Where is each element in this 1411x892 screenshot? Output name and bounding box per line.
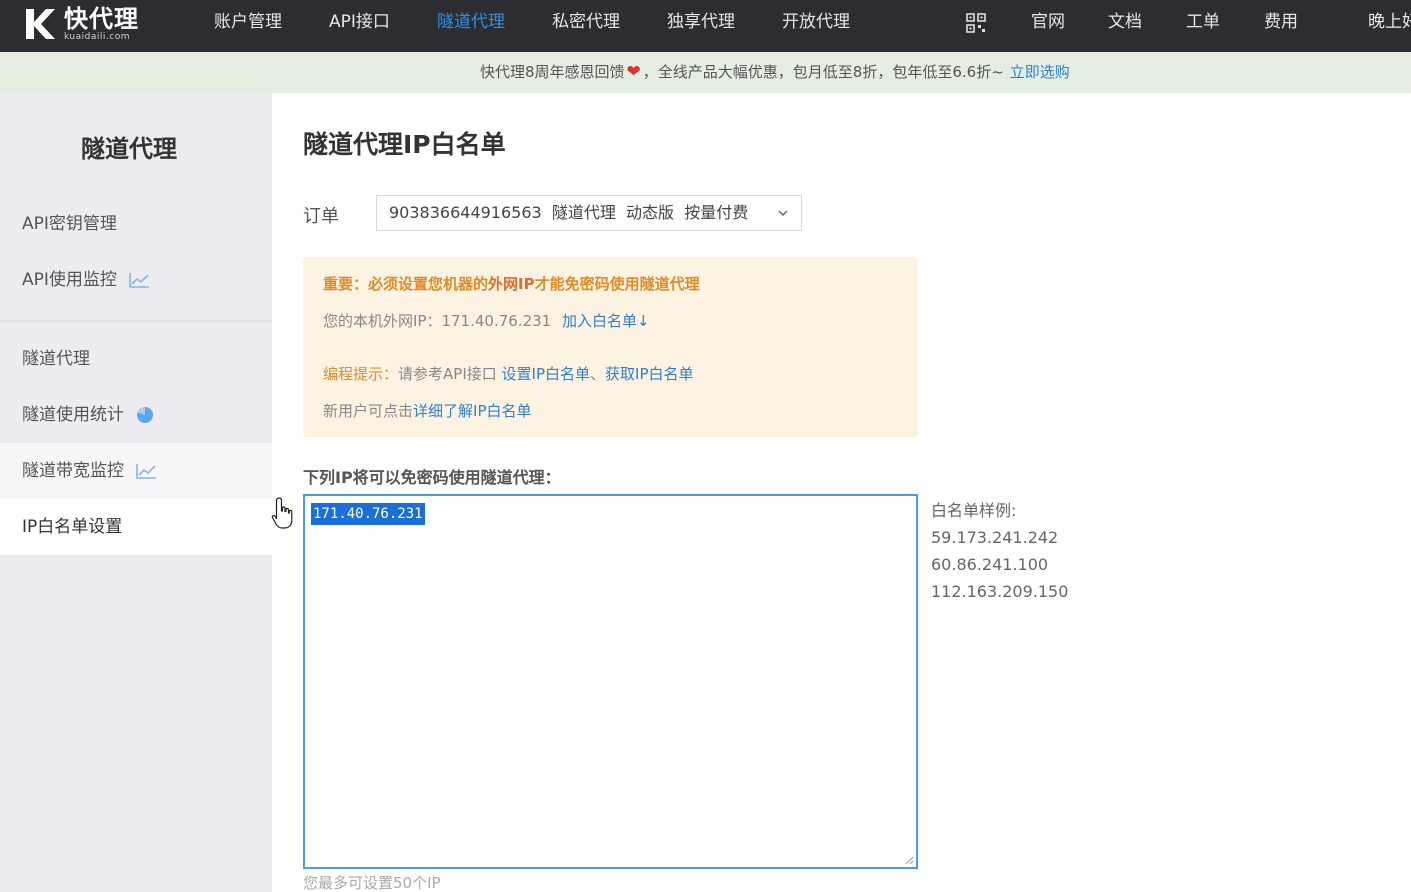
sidebar-item-label: 隧道使用统计 [22, 405, 124, 425]
notice-new-user: 新用户可点击详细了解IP白名单 [323, 402, 532, 420]
order-select[interactable]: 903836644916563 隧道代理 动态版 按量付费 [376, 195, 802, 231]
promo-text-after: ，全线产品大幅优惠，包月低至8折，包年低至6.6折~ [642, 63, 1004, 81]
sidebar-item-label: API使用监控 [22, 270, 117, 290]
set-whitelist-api-link[interactable]: 设置IP白名单 [502, 365, 590, 383]
pie-chart-icon [137, 407, 154, 423]
logo-k-icon [26, 9, 55, 39]
learn-whitelist-link[interactable]: 详细了解IP白名单 [413, 402, 531, 420]
heart-icon: ❤ [626, 62, 641, 82]
sample-ip: 112.163.209.150 [931, 582, 1069, 601]
add-to-whitelist-link[interactable]: 加入白名单↓ [562, 312, 650, 330]
nav-billing[interactable]: 费用 [1264, 0, 1298, 52]
top-nav: 快代理 kuaidaili.com 账户管理 API接口 隧道代理 私密代理 独… [0, 0, 1411, 52]
nav-tunnel-proxy[interactable]: 隧道代理 [437, 0, 505, 52]
order-select-value: 903836644916563 隧道代理 动态版 按量付费 [389, 203, 749, 222]
brand-subtitle: kuaidaili.com [64, 31, 130, 42]
whitelist-sample: 白名单样例: 59.173.241.242 60.86.241.100 112.… [931, 497, 1068, 605]
order-label: 订单 [303, 206, 339, 227]
sample-ip: 60.86.241.100 [931, 555, 1049, 574]
notice-local-ip: 您的本机外网IP：171.40.76.231 加入白名单↓ [323, 312, 650, 330]
sidebar-item-bandwidth-monitor[interactable]: 隧道带宽监控 [0, 443, 272, 499]
resize-handle-icon[interactable] [904, 855, 914, 865]
promo-text-before: 快代理8周年感恩回馈 [480, 63, 625, 81]
qr-code-icon[interactable] [966, 13, 986, 33]
sidebar-divider [0, 320, 272, 322]
notice-important: 重要：必须设置您机器的外网IP才能免密码使用隧道代理 [323, 275, 700, 293]
hand-cursor-icon [271, 497, 293, 529]
sample-title: 白名单样例: [931, 501, 1017, 520]
get-whitelist-api-link[interactable]: 获取IP白名单 [605, 365, 693, 383]
line-chart-icon [136, 464, 157, 479]
sidebar-item-tunnel-stats[interactable]: 隧道使用统计 [0, 387, 272, 443]
sidebar: 隧道代理 API密钥管理 API使用监控 隧道代理 隧道使用统计 隧道带宽监控 … [0, 93, 272, 892]
page-title: 隧道代理IP白名单 [303, 130, 506, 159]
notice-box: 重要：必须设置您机器的外网IP才能免密码使用隧道代理 您的本机外网IP：171.… [303, 257, 918, 437]
nav-open-proxy[interactable]: 开放代理 [782, 0, 850, 52]
nav-account[interactable]: 账户管理 [214, 0, 282, 52]
nav-private-proxy[interactable]: 私密代理 [552, 0, 620, 52]
sidebar-item-ip-whitelist[interactable]: IP白名单设置 [0, 499, 272, 555]
sidebar-item-label: API密钥管理 [22, 214, 117, 234]
selected-ip-text: 171.40.76.231 [311, 503, 425, 525]
brand-logo[interactable]: 快代理 kuaidaili.com [22, 4, 139, 44]
sample-ip: 59.173.241.242 [931, 528, 1059, 547]
chevron-down-icon [778, 210, 788, 217]
promo-buy-link[interactable]: 立即选购 [1010, 63, 1070, 81]
sidebar-item-label: 隧道带宽监控 [22, 461, 124, 481]
nav-docs[interactable]: 文档 [1108, 0, 1142, 52]
nav-user-greeting[interactable]: 晚上好 [1368, 0, 1411, 52]
sidebar-item-label: 隧道代理 [22, 349, 90, 369]
nav-dedicated-proxy[interactable]: 独享代理 [667, 0, 735, 52]
nav-api[interactable]: API接口 [329, 0, 390, 52]
ip-whitelist-textarea[interactable]: 171.40.76.231 [303, 494, 918, 869]
sidebar-item-api-monitor[interactable]: API使用监控 [0, 252, 272, 308]
max-ip-hint: 您最多可设置50个IP [303, 874, 441, 892]
sidebar-item-label: IP白名单设置 [22, 517, 123, 537]
sidebar-item-tunnel-proxy[interactable]: 隧道代理 [0, 331, 272, 387]
nav-official-site[interactable]: 官网 [1031, 0, 1065, 52]
notice-programming-tip: 编程提示：请参考API接口 设置IP白名单、获取IP白名单 [323, 365, 694, 383]
sidebar-title: 隧道代理 [81, 135, 177, 163]
promo-banner: 快代理8周年感恩回馈 ❤ ，全线产品大幅优惠，包月低至8折，包年低至6.6折~ 立即选… [0, 52, 1411, 93]
ip-list-label: 下列IP将可以免密码使用隧道代理： [303, 468, 561, 487]
brand-title: 快代理 [64, 4, 139, 33]
line-chart-icon [129, 273, 150, 288]
sidebar-item-api-key[interactable]: API密钥管理 [0, 196, 272, 252]
nav-tickets[interactable]: 工单 [1186, 0, 1220, 52]
